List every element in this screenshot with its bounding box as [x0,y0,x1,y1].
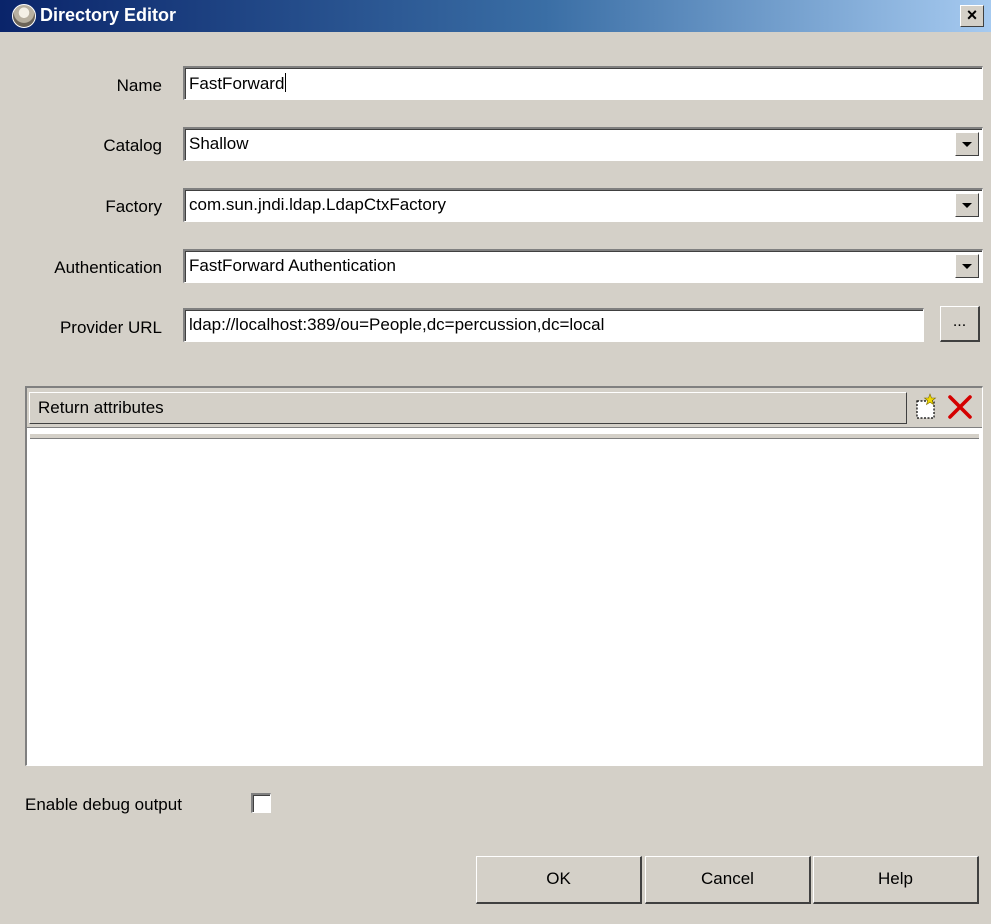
ok-button-label: OK [546,869,571,888]
chevron-down-icon[interactable] [955,193,979,217]
delete-x-icon [948,395,972,419]
help-button[interactable]: Help [813,856,979,904]
catalog-select[interactable]: Shallow [183,127,983,161]
factory-label: Factory [105,197,162,216]
delete-row-button[interactable] [945,392,975,422]
chevron-down-icon[interactable] [955,254,979,278]
name-input[interactable]: FastForward [183,66,983,100]
authentication-label: Authentication [54,258,162,277]
new-row-icon [916,393,937,419]
provider-url-value: ldap://localhost:389/ou=People,dc=percus… [189,315,605,334]
name-label: Name [116,76,162,95]
provider-url-input[interactable]: ldap://localhost:389/ou=People,dc=percus… [183,308,924,342]
add-row-button[interactable] [911,392,941,422]
close-button[interactable]: × [960,5,984,27]
return-attributes-header: Return attributes [29,392,907,424]
authentication-select[interactable]: FastForward Authentication [183,249,983,283]
ok-button[interactable]: OK [476,856,642,904]
provider-url-label: Provider URL [59,318,162,337]
app-icon [12,4,36,28]
window-title: Directory Editor [40,5,177,25]
cancel-button-label: Cancel [701,869,754,888]
catalog-label: Catalog [103,136,162,155]
return-attributes-table[interactable]: Return attributes [25,386,983,766]
factory-select[interactable]: com.sun.jndi.ldap.LdapCtxFactory [183,188,983,222]
text-caret [285,73,287,92]
close-icon: × [966,5,978,25]
name-input-value: FastForward [189,74,285,93]
browse-button-label: ... [952,313,967,330]
table-header: Return attributes [27,388,982,428]
help-button-label: Help [878,869,913,888]
browse-button[interactable]: ... [940,306,980,342]
debug-checkbox[interactable] [251,793,271,813]
title-bar: Directory Editor × [0,0,991,34]
table-body[interactable] [27,440,982,765]
chevron-down-icon[interactable] [955,132,979,156]
authentication-select-value: FastForward Authentication [189,256,396,275]
debug-label: Enable debug output [25,795,182,814]
factory-select-value: com.sun.jndi.ldap.LdapCtxFactory [189,195,447,214]
catalog-select-value: Shallow [189,134,249,153]
column-header-row [30,433,979,439]
cancel-button[interactable]: Cancel [645,856,811,904]
